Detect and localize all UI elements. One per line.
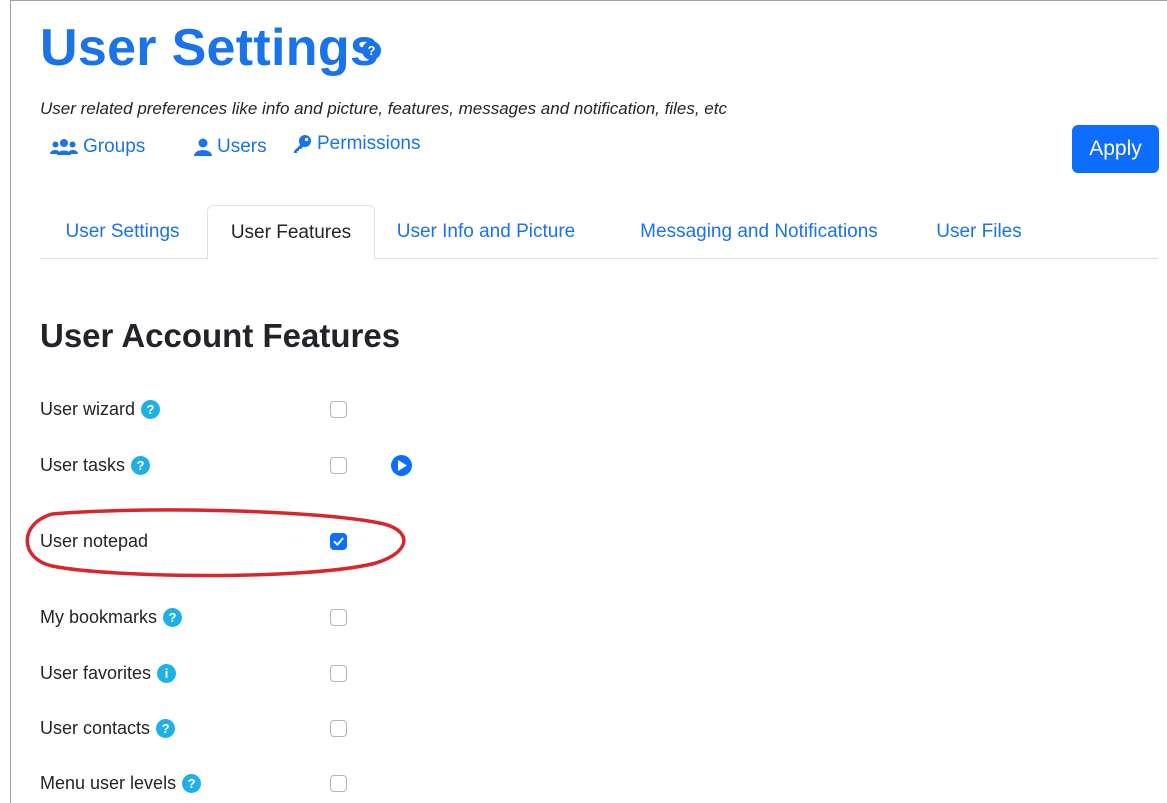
- feature-row-user-tasks: User tasks ?: [40, 452, 540, 482]
- apply-button[interactable]: Apply: [1072, 125, 1159, 173]
- page-title: User Settings: [40, 19, 380, 77]
- section-heading: User Account Features: [40, 317, 401, 354]
- play-circle-icon[interactable]: [391, 455, 412, 476]
- my-bookmarks-checkbox[interactable]: [330, 609, 347, 626]
- feature-label: User tasks: [40, 455, 126, 475]
- info-icon[interactable]: i: [157, 664, 177, 683]
- key-icon: [294, 135, 311, 153]
- settings-tabs: User Settings User Features User Info an…: [40, 205, 1158, 260]
- user-icon: [194, 138, 212, 156]
- feature-row-user-wizard: User wizard ?: [40, 396, 540, 426]
- tab-user-settings[interactable]: User Settings: [40, 205, 205, 259]
- feature-label: My bookmarks: [40, 607, 158, 627]
- feature-row-user-contacts: User contacts ?: [40, 715, 540, 745]
- feature-row-menu-user-levels: Menu user levels ?: [40, 770, 540, 800]
- users-link[interactable]: Users: [194, 136, 267, 158]
- tab-user-info-and-picture[interactable]: User Info and Picture: [380, 205, 592, 259]
- user-contacts-checkbox[interactable]: [330, 720, 347, 737]
- help-icon[interactable]: ?: [141, 400, 161, 419]
- groups-link[interactable]: Groups: [50, 136, 145, 158]
- help-icon[interactable]: ?: [163, 608, 183, 627]
- feature-row-user-favorites: User favorites i: [40, 660, 540, 690]
- feature-label: User notepad: [40, 531, 149, 551]
- permissions-link-label: Permissions: [317, 133, 421, 154]
- users-link-label: Users: [217, 136, 267, 157]
- feature-label: User favorites: [40, 663, 152, 683]
- permissions-link[interactable]: Permissions: [292, 133, 420, 155]
- user-favorites-checkbox[interactable]: [330, 665, 347, 682]
- help-icon[interactable]: ?: [182, 774, 202, 793]
- page-subtitle: User related preferences like info and p…: [40, 99, 727, 118]
- user-notepad-checkbox[interactable]: [330, 533, 347, 550]
- user-wizard-checkbox[interactable]: [330, 401, 347, 418]
- title-help-icon[interactable]: ?: [362, 41, 381, 60]
- user-tasks-checkbox[interactable]: [330, 457, 347, 474]
- users-group-icon: [50, 139, 78, 155]
- menu-user-levels-checkbox[interactable]: [330, 775, 347, 792]
- feature-label: User wizard: [40, 399, 136, 419]
- help-icon[interactable]: ?: [156, 719, 176, 738]
- tab-messaging-and-notifications[interactable]: Messaging and Notifications: [620, 205, 898, 259]
- feature-row-user-notepad: User notepad: [40, 528, 540, 558]
- groups-link-label: Groups: [83, 136, 146, 157]
- feature-label: Menu user levels: [40, 773, 177, 793]
- feature-label: User contacts: [40, 718, 151, 738]
- tab-user-features[interactable]: User Features: [207, 205, 375, 260]
- check-icon: [333, 537, 344, 546]
- tab-user-files[interactable]: User Files: [926, 205, 1032, 259]
- feature-row-my-bookmarks: My bookmarks ?: [40, 604, 540, 634]
- help-icon[interactable]: ?: [131, 456, 151, 475]
